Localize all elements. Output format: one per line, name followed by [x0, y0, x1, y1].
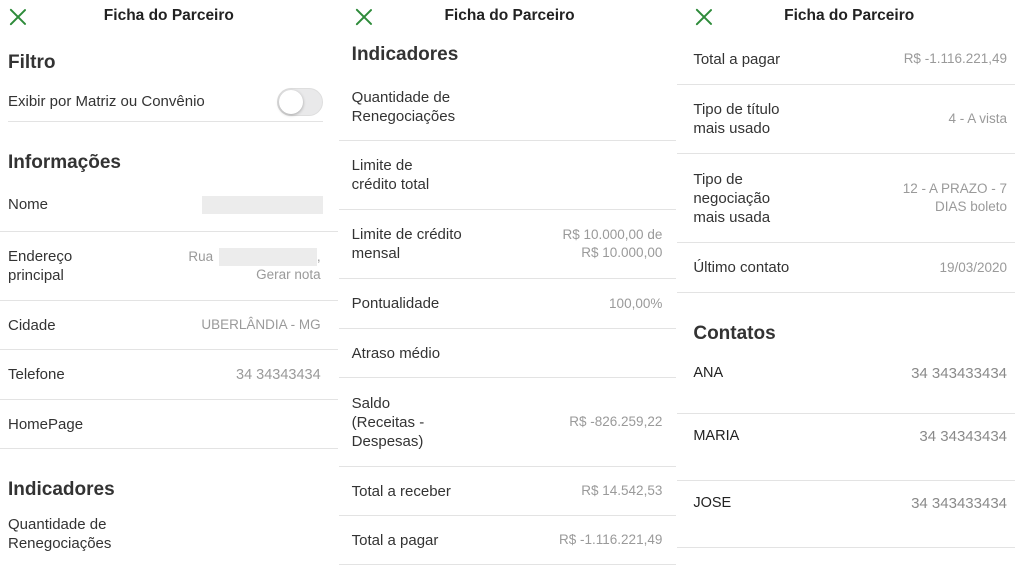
- indicator-row-limite-mensal: Limite de crédito mensal R$ 10.000,00 de…: [338, 210, 677, 279]
- info-row-telefone[interactable]: Telefone 34 34343434: [0, 350, 338, 400]
- indicator-value: 19/03/2020: [939, 259, 1008, 275]
- endereco-label: Endereço principal: [8, 248, 73, 284]
- contact-name: MARIA: [693, 428, 740, 444]
- indicator-label: Tipo de negociação mais usada: [693, 170, 771, 226]
- page-title: Ficha do Parceiro: [444, 7, 575, 24]
- indicator-row-saldo: Saldo (Receitas - Despesas) R$ -826.259,…: [338, 378, 677, 467]
- contact-phone[interactable]: 34 343433434: [911, 495, 1007, 512]
- indicator-row-tipo-titulo: Tipo de título mais usado 4 - A vista: [677, 85, 1015, 154]
- indicator-label: Tipo de título mais usado: [693, 101, 780, 137]
- contact-row[interactable]: ANA 34 343433434: [677, 351, 1015, 414]
- indicator-label: Saldo (Receitas - Despesas): [351, 394, 425, 450]
- cidade-label: Cidade: [8, 316, 56, 334]
- indicator-row-limite-total: Limite de crédito total: [338, 141, 677, 210]
- info-row-homepage[interactable]: HomePage: [0, 400, 338, 449]
- info-row-endereco: Endereço principal Rua , Gerar nota: [0, 232, 338, 301]
- screen-2: Ficha do Parceiro Indicadores Quantidade…: [337, 0, 677, 570]
- filter-toggle-switch[interactable]: [276, 87, 323, 116]
- screen-1: Ficha do Parceiro Filtro Exibir por Matr…: [0, 0, 338, 570]
- endereco-value: Rua , Gerar nota: [188, 248, 321, 284]
- telefone-value[interactable]: 34 34343434: [236, 366, 321, 384]
- info-row-cidade: Cidade UBERLÂNDIA - MG: [0, 301, 338, 350]
- endereco-suffix: ,: [316, 248, 321, 264]
- section-title-indicadores: Indicadores: [351, 44, 459, 65]
- indicator-label: Total a pagar: [693, 50, 781, 68]
- gerar-nota-link[interactable]: Gerar nota: [256, 267, 321, 282]
- indicator-label: Total a receber: [351, 482, 451, 500]
- indicator-value: 4 - A vista: [948, 111, 1008, 126]
- indicator-row-total-receber: Total a receber R$ 14.542,53: [338, 467, 677, 516]
- filter-toggle-label: Exibir por Matriz ou Convênio: [8, 93, 205, 110]
- indicator-value: R$ -826.259,22: [569, 414, 663, 429]
- indicator-value: 12 - A PRAZO - 7 DIAS boleto: [902, 181, 1008, 214]
- indicator-label: Quantidade de Renegociações: [351, 89, 456, 125]
- nome-value-redacted: [201, 195, 323, 214]
- renegociacoes-label: Quantidade de Renegociações: [8, 516, 112, 552]
- navigation-bar: Ficha do Parceiro: [339, 0, 677, 34]
- screen-3: Ficha do Parceiro Total a pagar R$ -1.11…: [676, 0, 1015, 570]
- section-title-contatos: Contatos: [693, 323, 776, 344]
- indicator-label: Total a pagar: [351, 531, 439, 549]
- homepage-label: HomePage: [8, 415, 84, 433]
- endereco-prefix: Rua: [188, 248, 214, 264]
- section-title-indicadores: Indicadores: [8, 479, 115, 500]
- contact-row[interactable]: MARIA 34 34343434: [677, 414, 1015, 481]
- section-title-filtro: Filtro: [8, 52, 56, 73]
- indicator-row-total-pagar: Total a pagar R$ -1.116.221,49: [677, 34, 1015, 85]
- indicator-value: R$ -1.116.221,49: [559, 532, 663, 547]
- indicator-row-renegociacoes: Quantidade de Renegociações: [338, 74, 677, 141]
- page-title: Ficha do Parceiro: [784, 7, 915, 24]
- indicator-value: R$ 10.000,00 de R$ 10.000,00: [562, 227, 663, 260]
- contact-phone[interactable]: 34 343433434: [911, 365, 1007, 382]
- telefone-label: Telefone: [8, 366, 65, 383]
- indicator-row-atraso-medio: Atraso médio: [338, 329, 677, 378]
- toggle-knob: [278, 89, 303, 114]
- cidade-value: UBERLÂNDIA - MG: [201, 317, 321, 332]
- indicator-value: 100,00%: [609, 295, 663, 311]
- contact-name: JOSE: [693, 495, 732, 511]
- filter-toggle-row: Exibir por Matriz ou Convênio: [8, 82, 323, 122]
- navigation-bar: Ficha do Parceiro: [0, 0, 338, 34]
- endereco-value-redacted: [218, 248, 317, 267]
- contact-row[interactable]: JOSE 34 343433434: [677, 481, 1015, 548]
- indicator-label: Atraso médio: [351, 344, 441, 362]
- info-row-nome: Nome: [0, 178, 338, 232]
- screens-container: Ficha do Parceiro Filtro Exibir por Matr…: [0, 0, 1015, 570]
- indicator-value: R$ -1.116.221,49: [903, 51, 1008, 66]
- indicator-label: Limite de crédito mensal: [351, 226, 462, 262]
- indicator-label: Pontualidade: [351, 295, 440, 312]
- indicator-row-tipo-negociacao: Tipo de negociação mais usada 12 - A PRA…: [677, 154, 1015, 243]
- page-title: Ficha do Parceiro: [103, 7, 234, 24]
- indicator-row-ultimo-contato: Último contato 19/03/2020: [677, 243, 1015, 293]
- indicator-row-total-pagar: Total a pagar R$ -1.116.221,49: [338, 516, 677, 565]
- nome-label: Nome: [8, 196, 49, 213]
- indicator-value: R$ 14.542,53: [581, 483, 663, 498]
- contact-name: ANA: [693, 365, 724, 381]
- navigation-bar: Ficha do Parceiro: [677, 0, 1015, 34]
- indicator-row-renegociacoes: Quantidade de Renegociações: [0, 509, 338, 559]
- indicator-row-pontualidade: Pontualidade 100,00%: [338, 279, 677, 329]
- indicator-label: Último contato: [693, 259, 790, 276]
- contact-phone[interactable]: 34 34343434: [919, 428, 1007, 445]
- section-title-informacoes: Informações: [8, 152, 121, 173]
- indicator-label: Limite de crédito total: [351, 157, 430, 193]
